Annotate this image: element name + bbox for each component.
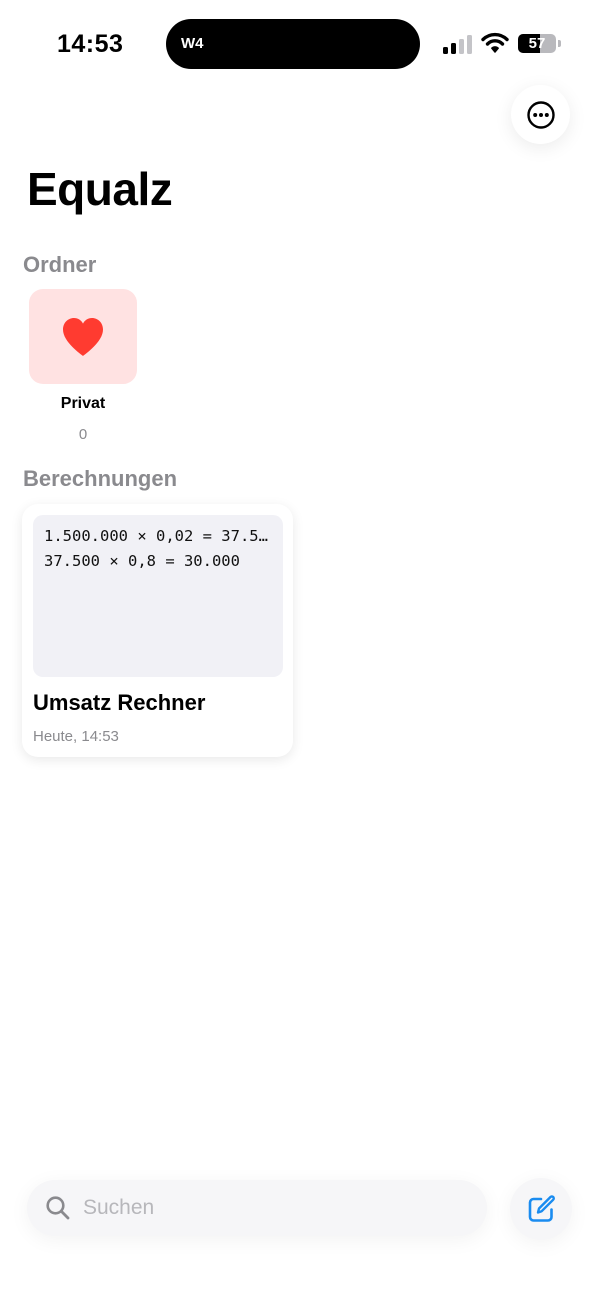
dynamic-island-label: W4: [181, 35, 204, 52]
search-bar[interactable]: [27, 1180, 487, 1236]
compose-icon: [528, 1195, 555, 1222]
battery-percent: 57: [528, 35, 546, 52]
cellular-signal-icon: [443, 34, 473, 54]
page-title: Equalz: [27, 163, 173, 215]
battery-tip: [558, 40, 561, 47]
search-input[interactable]: [83, 1192, 463, 1224]
signal-bar: [451, 43, 456, 54]
calculation-preview-line: 37.500 × 0,8 = 30.000: [44, 552, 240, 570]
signal-bar: [459, 39, 464, 54]
status-time: 14:53: [57, 30, 124, 58]
battery-icon: 57: [518, 34, 556, 53]
calculation-card[interactable]: 1.500.000 × 0,02 = 37.500 37.500 × 0,8 =…: [22, 504, 293, 757]
calculation-date: Heute, 14:53: [33, 728, 119, 745]
calculations-section-title: Berechnungen: [23, 466, 178, 491]
signal-bar: [443, 47, 448, 54]
wifi-icon: [481, 32, 509, 53]
folder-count: 0: [78, 426, 88, 443]
folder-card-privat[interactable]: [29, 289, 137, 384]
folder-name[interactable]: Privat: [29, 395, 137, 413]
calculation-preview: 1.500.000 × 0,02 = 37.500 37.500 × 0,8 =…: [33, 515, 283, 677]
ellipsis-circle-icon: [526, 100, 555, 129]
calculation-preview-line: 1.500.000 × 0,02 = 37.500: [44, 527, 270, 545]
more-options-button[interactable]: [511, 85, 570, 144]
compose-button[interactable]: [510, 1178, 572, 1240]
status-bar: 14:53 W4 57: [0, 0, 598, 90]
folders-section-title: Ordner: [23, 252, 97, 277]
calculation-title: Umsatz Rechner: [33, 690, 206, 715]
dynamic-island[interactable]: W4: [166, 19, 420, 69]
magnifying-glass-icon: [46, 1196, 70, 1220]
heart-icon: [63, 317, 103, 356]
signal-bar: [467, 35, 472, 54]
